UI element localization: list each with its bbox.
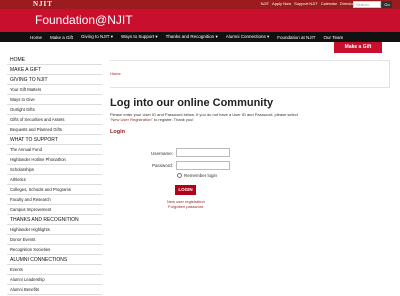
remember-login-radio[interactable]: [177, 173, 182, 178]
chevron-down-icon: ▾: [155, 34, 158, 39]
chevron-down-icon: ▾: [267, 34, 270, 39]
sidebar-item-athletics[interactable]: Athletics: [7, 175, 102, 185]
forgotten-password-link[interactable]: Forgotten password: [168, 204, 203, 209]
make-a-gift-button[interactable]: Make a Gift: [334, 42, 382, 53]
sidebar-item-recognition[interactable]: Recognition Societies: [7, 245, 102, 255]
search-go-button[interactable]: Go: [382, 1, 392, 8]
sidebar-item-donor-events[interactable]: Donor Events: [7, 235, 102, 245]
sidebar-item-outright-gifts[interactable]: Outright Gifts: [7, 105, 102, 115]
sidebar-item-bequests[interactable]: Bequests and Planned Gifts: [7, 125, 102, 135]
sidebar-item-highlights[interactable]: Highlander Highlights: [7, 225, 102, 235]
password-label: Password:: [151, 163, 173, 168]
nav-item-home[interactable]: Home: [30, 35, 42, 40]
sidebar-item-events[interactable]: Events: [7, 265, 102, 275]
utility-link-njit[interactable]: NJIT: [261, 1, 269, 7]
login-heading: Login: [110, 129, 125, 135]
nav-item-label: Giving to NJIT: [81, 34, 110, 39]
sidebar-item-alumni[interactable]: ALUMNI CONNECTIONS: [7, 255, 102, 265]
utility-link-support[interactable]: Support NJIT: [294, 1, 318, 7]
remember-login-label: Remember login: [184, 173, 218, 178]
nav-item-label: Thanks and Recognition: [165, 34, 215, 39]
sidebar-item-make-a-gift[interactable]: MAKE A GIFT: [7, 65, 102, 75]
njit-logo[interactable]: NJIT: [33, 0, 53, 8]
nav-item-make-a-gift[interactable]: Make a Gift: [50, 35, 73, 40]
main-nav: Home Make a Gift Giving to NJIT ▾ Ways t…: [0, 32, 400, 42]
new-user-registration-link[interactable]: "New User Registration": [110, 117, 153, 122]
nav-item-label: Alumni Connections: [225, 34, 266, 39]
utility-link-apply[interactable]: Apply Now: [272, 1, 291, 7]
search-input[interactable]: Search: [353, 1, 381, 8]
site-header: Foundation@NJIT: [0, 9, 400, 32]
sidebar-item-alumni-benefits[interactable]: Alumni Benefits: [7, 285, 102, 295]
sidebar-item-annual-fund[interactable]: The Annual Fund: [7, 145, 102, 155]
sidebar-item-what-to-support[interactable]: WHAT TO SUPPORT: [7, 135, 102, 145]
username-label: Username:: [150, 151, 173, 156]
sidebar-item-giving[interactable]: GIVING TO NJIT: [7, 75, 102, 85]
utility-links: NJIT Apply Now Support NJIT Calendar Dir…: [261, 1, 356, 7]
sidebar-item-alumni-leadership[interactable]: Alumni Leadership: [7, 275, 102, 285]
login-button[interactable]: LOGIN: [175, 185, 196, 195]
sidebar-item-ways-to-give[interactable]: Ways to Give: [7, 95, 102, 105]
sidebar-item-phonathon[interactable]: Highlander Hotline Phonathon: [7, 155, 102, 165]
utility-link-calendar[interactable]: Calendar: [321, 1, 337, 7]
sidebar-item-thanks[interactable]: THANKS AND RECOGNITION: [7, 215, 102, 225]
password-field[interactable]: [176, 161, 230, 170]
chevron-down-icon: ▾: [215, 34, 218, 39]
chevron-down-icon: ▾: [110, 34, 113, 39]
breadcrumb-border-bottom: [110, 87, 390, 88]
intro-text: Please enter your User ID and Password b…: [110, 112, 380, 122]
breadcrumb-home[interactable]: Home: [110, 71, 121, 76]
site-title[interactable]: Foundation@NJIT: [35, 13, 133, 27]
sidebar-item-securities[interactable]: Gifts of Securities and Assets: [7, 115, 102, 125]
nav-item-alumni[interactable]: Alumni Connections ▾: [226, 34, 270, 40]
sidebar-item-colleges[interactable]: Colleges, Schools and Programs: [7, 185, 102, 195]
intro-text-after: to register. Thank you!: [152, 117, 194, 122]
nav-item-giving[interactable]: Giving to NJIT ▾: [81, 34, 113, 40]
breadcrumb-border-top: [110, 60, 390, 61]
sidebar-item-your-gift-matters[interactable]: Your Gift Matters: [7, 85, 102, 95]
sidebar-item-home[interactable]: HOME: [7, 55, 102, 65]
nav-item-thanks[interactable]: Thanks and Recognition ▾: [166, 34, 218, 40]
nav-item-foundation[interactable]: Foundation at NJIT: [277, 35, 315, 40]
username-field[interactable]: [176, 148, 230, 157]
page-title: Log into our online Community: [110, 97, 274, 109]
nav-item-ways-to-support[interactable]: Ways to Support ▾: [121, 34, 158, 40]
sidebar-item-faculty[interactable]: Faculty and Research: [7, 195, 102, 205]
nav-item-our-team[interactable]: Our Team: [324, 35, 344, 40]
nav-item-label: Ways to Support: [121, 34, 155, 39]
remember-login-option[interactable]: Remember login: [177, 173, 217, 178]
sidebar-item-scholarships[interactable]: Scholarships: [7, 165, 102, 175]
breadcrumb-border-right: [389, 60, 390, 88]
sidebar: HOME MAKE A GIFT GIVING TO NJIT Your Gif…: [7, 55, 102, 295]
sidebar-item-campus[interactable]: Campus Improvement: [7, 205, 102, 215]
